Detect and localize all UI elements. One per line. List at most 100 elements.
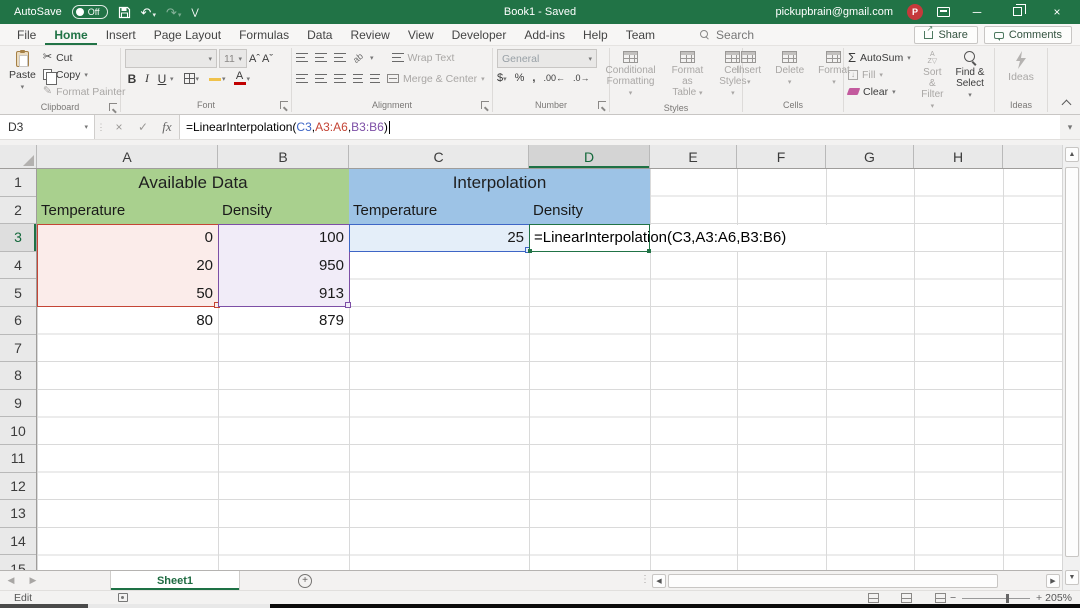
cell-d3-formula-in-edit[interactable]: =LinearInterpolation(C3,A3:A6,B3:B6) bbox=[534, 225, 786, 251]
cell-a4[interactable]: 20 bbox=[37, 252, 218, 280]
row-header-11[interactable]: 11 bbox=[0, 445, 36, 473]
scroll-up-icon[interactable]: ▲ bbox=[1065, 147, 1079, 162]
worksheet-grid[interactable]: A B C D E F G H 1 2 3 4 5 6 7 8 9 10 11 … bbox=[0, 145, 1062, 570]
column-header-d[interactable]: D bbox=[529, 145, 650, 168]
column-header-g[interactable]: G bbox=[826, 145, 914, 168]
row-header-10[interactable]: 10 bbox=[0, 417, 36, 445]
normal-view-icon[interactable] bbox=[868, 593, 879, 603]
clipboard-dialog-launcher[interactable] bbox=[109, 103, 117, 111]
column-header-f[interactable]: F bbox=[737, 145, 826, 168]
percent-style-button[interactable]: % bbox=[515, 72, 525, 84]
align-left-icon[interactable] bbox=[296, 74, 308, 83]
underline-dropdown-icon[interactable]: ▾ bbox=[170, 75, 174, 83]
paste-dropdown-icon[interactable]: ▾ bbox=[21, 83, 25, 91]
font-color-dropdown-icon[interactable]: ▾ bbox=[247, 75, 251, 83]
cancel-entry-button[interactable]: × bbox=[107, 115, 131, 139]
macro-record-icon[interactable] bbox=[118, 593, 128, 602]
confirm-entry-button[interactable]: ✓ bbox=[131, 115, 155, 139]
decrease-font-icon[interactable]: Aˇ bbox=[262, 53, 273, 65]
zoom-slider-track[interactable] bbox=[962, 598, 1030, 599]
previous-sheet-icon[interactable]: ◀ bbox=[0, 571, 22, 590]
row-header-5[interactable]: 5 bbox=[0, 279, 36, 307]
cell-c3[interactable]: 25 bbox=[349, 224, 529, 252]
row-header-7[interactable]: 7 bbox=[0, 335, 36, 363]
accounting-format-button[interactable]: $▾ bbox=[497, 72, 507, 84]
tab-page-layout[interactable]: Page Layout bbox=[145, 24, 230, 45]
undo-icon[interactable]: ↶▾ bbox=[141, 6, 156, 19]
tab-review[interactable]: Review bbox=[341, 24, 398, 45]
column-header-h[interactable]: H bbox=[914, 145, 1003, 168]
decrease-decimal-button[interactable]: .0→ bbox=[573, 73, 590, 83]
page-break-view-icon[interactable] bbox=[935, 593, 946, 603]
next-sheet-icon[interactable]: ▶ bbox=[22, 571, 44, 590]
scroll-left-icon[interactable]: ◀ bbox=[652, 574, 666, 588]
find-select-button[interactable]: Find &Select ▾ bbox=[950, 49, 990, 114]
share-button[interactable]: Share bbox=[914, 26, 977, 44]
sheet-tab-sheet1[interactable]: Sheet1 bbox=[110, 571, 240, 590]
cell-d2-density-header[interactable]: Density bbox=[529, 197, 650, 225]
cell-b4[interactable]: 950 bbox=[218, 252, 349, 280]
zoom-out-icon[interactable]: − bbox=[950, 592, 956, 604]
cell-c2-temperature-header[interactable]: Temperature bbox=[349, 197, 529, 225]
zoom-in-icon[interactable]: + bbox=[1036, 592, 1042, 604]
font-color-button[interactable]: A bbox=[234, 72, 246, 85]
row-header-9[interactable]: 9 bbox=[0, 390, 36, 418]
select-all-corner[interactable] bbox=[0, 145, 37, 168]
accounting-dropdown-icon[interactable]: ▾ bbox=[503, 76, 507, 83]
alignment-dialog-launcher[interactable] bbox=[481, 101, 489, 109]
ideas-button[interactable]: Ideas bbox=[1003, 49, 1039, 98]
row-header-14[interactable]: 14 bbox=[0, 528, 36, 556]
tab-add-ins[interactable]: Add-ins bbox=[515, 24, 574, 45]
row-header-8[interactable]: 8 bbox=[0, 362, 36, 390]
vertical-scrollbar[interactable]: ▲ ▼ bbox=[1062, 145, 1080, 590]
vertical-scroll-thumb[interactable] bbox=[1065, 167, 1079, 557]
tab-formulas[interactable]: Formulas bbox=[230, 24, 298, 45]
comments-button[interactable]: Comments bbox=[984, 26, 1072, 44]
fill-color-button[interactable] bbox=[209, 77, 221, 81]
column-header-c[interactable]: C bbox=[349, 145, 529, 168]
paste-button[interactable]: Paste ▾ bbox=[4, 49, 41, 100]
restore-button[interactable] bbox=[1004, 5, 1030, 19]
italic-button[interactable]: I bbox=[140, 71, 154, 86]
wrap-text-button[interactable]: Wrap Text bbox=[392, 49, 455, 66]
tab-developer[interactable]: Developer bbox=[443, 24, 516, 45]
tab-help[interactable]: Help bbox=[574, 24, 617, 45]
row-header-3[interactable]: 3 bbox=[0, 224, 36, 252]
customize-toolbar-icon[interactable]: ⋁ bbox=[191, 8, 198, 17]
insert-cells-button[interactable]: Insert▾ bbox=[731, 49, 766, 98]
tab-insert[interactable]: Insert bbox=[97, 24, 145, 45]
search-box[interactable]: Search bbox=[700, 24, 754, 45]
autosum-button[interactable]: ΣAutoSum▾ bbox=[848, 49, 911, 66]
redo-icon[interactable]: ↷▾ bbox=[166, 6, 181, 19]
expand-formula-bar-icon[interactable]: ▾ bbox=[1060, 115, 1080, 139]
font-name-dropdown[interactable]: ▾ bbox=[125, 49, 217, 68]
align-top-icon[interactable] bbox=[296, 53, 308, 62]
row-header-13[interactable]: 13 bbox=[0, 500, 36, 528]
cell-b6[interactable]: 879 bbox=[218, 307, 349, 335]
row-header-12[interactable]: 12 bbox=[0, 473, 36, 501]
orientation-icon[interactable]: ab bbox=[351, 50, 365, 64]
cell-b5[interactable]: 913 bbox=[218, 279, 349, 307]
font-dialog-launcher[interactable] bbox=[280, 101, 288, 109]
merge-center-button[interactable]: Merge & Center▾ bbox=[387, 70, 485, 87]
increase-decimal-button[interactable]: .00← bbox=[543, 73, 565, 83]
name-box-dropdown-icon[interactable]: ▾ bbox=[84, 123, 88, 131]
cell-a3[interactable]: 0 bbox=[37, 224, 218, 252]
bold-button[interactable]: B bbox=[125, 72, 139, 86]
cell-a6[interactable]: 80 bbox=[37, 307, 218, 335]
sort-filter-button[interactable]: AZ▽ Sort &Filter ▾ bbox=[915, 49, 950, 114]
align-right-icon[interactable] bbox=[334, 74, 346, 83]
clear-button[interactable]: Clear▾ bbox=[848, 83, 911, 100]
zoom-slider-thumb[interactable] bbox=[1006, 594, 1009, 603]
underline-button[interactable]: U bbox=[155, 72, 169, 86]
save-icon[interactable] bbox=[118, 6, 131, 19]
row-header-2[interactable]: 2 bbox=[0, 197, 36, 225]
delete-cells-button[interactable]: Delete▾ bbox=[770, 49, 809, 98]
copy-button[interactable]: Copy▾ bbox=[43, 66, 126, 83]
tab-home[interactable]: Home bbox=[45, 24, 96, 45]
formula-input[interactable]: =LinearInterpolation(C3,A3:A6,B3:B6) bbox=[179, 115, 1060, 139]
tab-team[interactable]: Team bbox=[617, 24, 664, 45]
borders-icon[interactable] bbox=[184, 73, 195, 84]
format-as-table-button[interactable]: Format asTable ▾ bbox=[667, 49, 709, 101]
cell-c1-interpolation-title[interactable]: Interpolation bbox=[349, 169, 650, 197]
